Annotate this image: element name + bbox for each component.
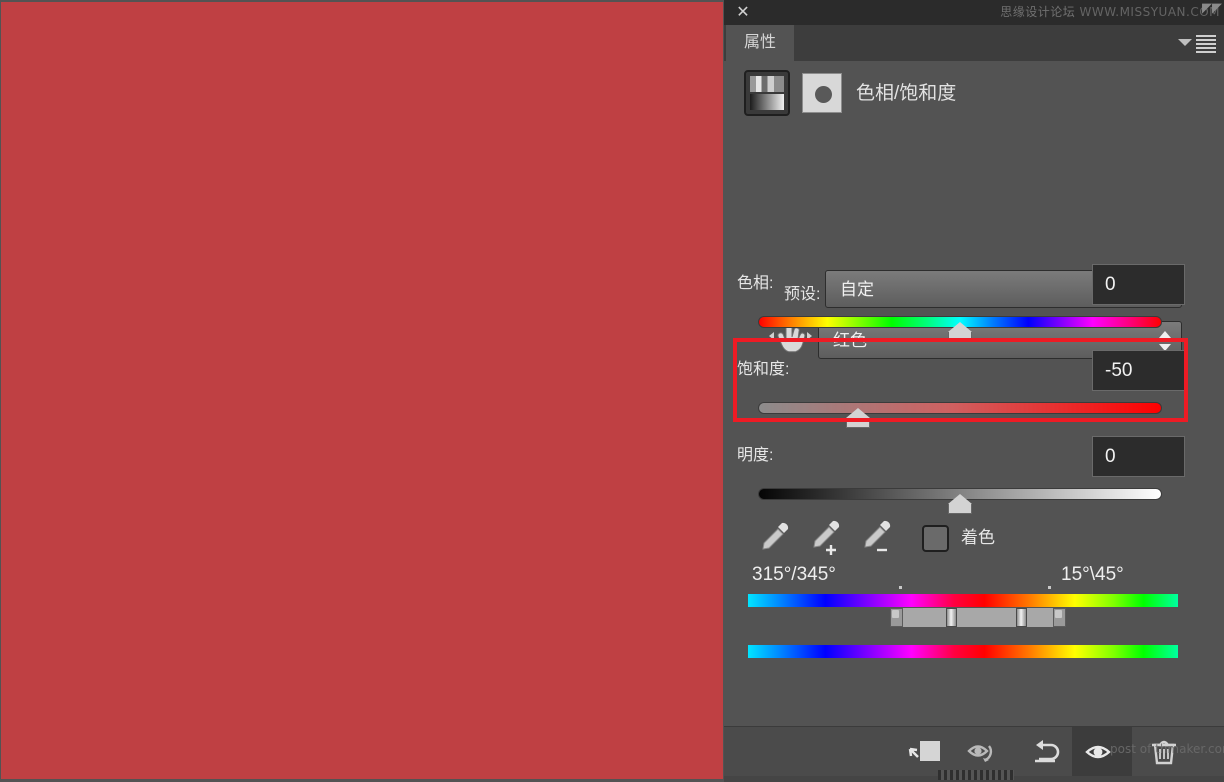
panel-menu-icon[interactable] — [1196, 35, 1216, 53]
colorize-checkbox[interactable] — [922, 525, 949, 552]
panel-titlebar: ✕ 思缘设计论坛 WWW.MISSYUAN.COM ◤◤ — [724, 0, 1224, 25]
range-tick-left — [899, 586, 902, 589]
layer-mask-thumbnail[interactable] — [802, 73, 842, 113]
saturation-slider-thumb[interactable] — [846, 408, 870, 428]
hue-value: 0 — [1105, 274, 1116, 295]
adjustment-strip-icon — [750, 76, 784, 92]
mask-dot-icon — [815, 86, 832, 103]
document-canvas[interactable] — [1, 2, 723, 779]
adjustment-gradient-icon — [750, 94, 784, 110]
watermark-top-url: WWW.MISSYUAN.COM — [1079, 5, 1220, 19]
photoshop-window: ✕ 思缘设计论坛 WWW.MISSYUAN.COM ◤◤ 属性 色相/饱和度 预… — [0, 0, 1224, 782]
tab-properties[interactable]: 属性 — [726, 25, 795, 61]
close-icon[interactable]: ✕ — [734, 3, 752, 21]
chevron-down-icon[interactable] — [1178, 39, 1192, 46]
eyedropper-subtract-icon[interactable] — [860, 518, 894, 560]
range-fade-handle-left[interactable] — [890, 608, 903, 627]
visibility-button[interactable] — [1072, 727, 1132, 777]
color-range-right-label: 15°\45° — [1061, 564, 1124, 585]
hue-label: 色相: — [737, 275, 774, 292]
lightness-slider-thumb[interactable] — [948, 494, 972, 514]
properties-panel: ✕ 思缘设计论坛 WWW.MISSYUAN.COM ◤◤ 属性 色相/饱和度 预… — [724, 0, 1224, 782]
lightness-label: 明度: — [737, 447, 774, 464]
hue-slider-group: 色相: 0 — [724, 256, 1224, 342]
tools-row: 着色 — [724, 518, 1224, 566]
resize-grip[interactable] — [938, 770, 1014, 780]
delete-button[interactable] — [1133, 727, 1195, 777]
panel-tabstrip: 属性 — [724, 25, 1224, 62]
reset-button[interactable] — [1017, 727, 1079, 777]
lightness-input[interactable]: 0 — [1092, 436, 1185, 477]
range-handle-left[interactable] — [946, 608, 957, 627]
lightness-slider-group: 明度: 0 — [724, 428, 1224, 518]
adjustment-header: 色相/饱和度 — [724, 61, 1224, 127]
canvas-area — [0, 0, 724, 782]
spectrum-bar-result — [748, 645, 1178, 658]
range-handle-right[interactable] — [1016, 608, 1027, 627]
panel-menu-button[interactable] — [1178, 33, 1218, 53]
panel-body: 预设: 自定 红色 色相: 0 饱和度: -50 明度: 0 着色 315°/3… — [724, 126, 1224, 726]
hue-input[interactable]: 0 — [1092, 264, 1185, 305]
hue-saturation-thumbnail[interactable] — [744, 70, 790, 116]
range-tick-right — [1048, 586, 1051, 589]
color-range-left-label: 315°/345° — [752, 564, 836, 585]
range-fade-handle-right[interactable] — [1053, 608, 1066, 627]
watermark-top-cn: 思缘设计论坛 — [1000, 5, 1076, 19]
saturation-value: -50 — [1105, 360, 1133, 381]
saturation-slider-group: 饱和度: -50 — [724, 342, 1224, 432]
eyedropper-icon[interactable] — [758, 518, 792, 560]
color-range-band[interactable] — [893, 608, 1060, 627]
spectrum-bar-source — [748, 594, 1178, 607]
watermark-top: 思缘设计论坛 WWW.MISSYUAN.COM — [1000, 3, 1220, 21]
saturation-slider-track[interactable] — [758, 402, 1162, 414]
colorize-label: 着色 — [961, 528, 995, 547]
saturation-input[interactable]: -50 — [1092, 350, 1185, 391]
lightness-value: 0 — [1105, 446, 1116, 467]
adjustment-title: 色相/饱和度 — [856, 83, 957, 104]
eyedropper-add-icon[interactable] — [809, 518, 843, 560]
corner-marks-icon: ◤◤ — [1202, 0, 1222, 15]
hue-slider-thumb[interactable] — [948, 322, 972, 342]
color-range-spectrum — [748, 586, 1178, 658]
saturation-label: 饱和度: — [737, 361, 790, 378]
